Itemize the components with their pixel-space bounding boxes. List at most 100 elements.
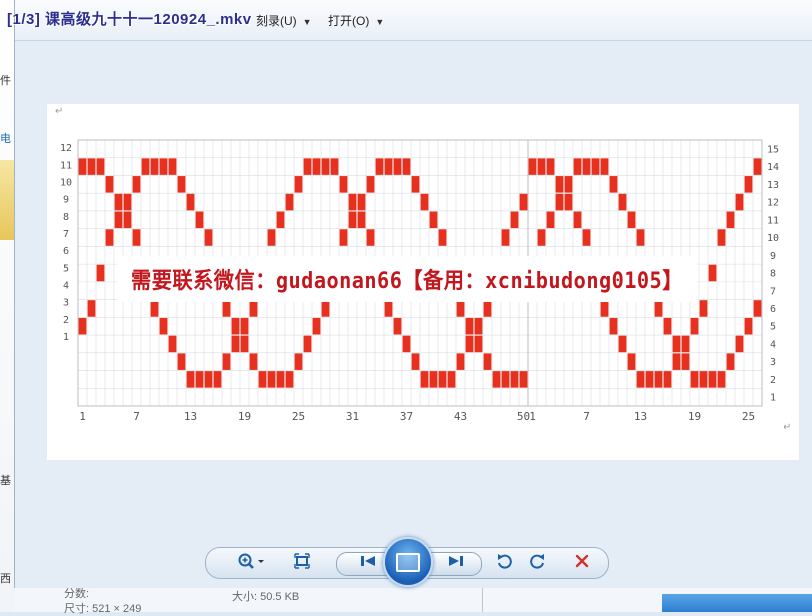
trend-cell (222, 353, 231, 370)
trend-cell (618, 335, 627, 353)
trend-cell (159, 158, 168, 175)
right-axis-label: 10 (767, 233, 779, 244)
trend-cell (501, 229, 510, 246)
trend-cell (564, 176, 573, 193)
trend-cell (168, 158, 177, 175)
trend-cell (339, 229, 348, 246)
next-icon (448, 554, 464, 572)
trend-cell (690, 371, 699, 388)
trend-cell (78, 158, 87, 175)
trend-cell (438, 371, 447, 388)
bottom-axis-label: 31 (346, 410, 359, 423)
previous-button[interactable] (354, 552, 382, 574)
right-axis-label: 12 (767, 198, 779, 209)
trend-cell (708, 371, 717, 388)
right-axis-label: 9 (770, 251, 776, 262)
bottom-axis-label: 7 (133, 410, 140, 423)
trend-cell (384, 158, 393, 175)
trend-cell (627, 353, 636, 370)
trend-cell (717, 371, 726, 388)
trend-cell (348, 211, 357, 229)
trend-cell (744, 176, 753, 193)
trend-cell (465, 335, 474, 353)
trend-cell (177, 176, 186, 193)
trend-cell (150, 300, 159, 317)
trend-cell (402, 158, 411, 175)
previous-icon (360, 554, 376, 572)
left-axis-label: 10 (60, 177, 72, 188)
trend-cell (753, 300, 762, 317)
right-axis-label: 5 (770, 322, 776, 333)
trend-cell (654, 300, 663, 317)
trend-cell (213, 371, 222, 388)
slideshow-button[interactable] (383, 537, 433, 587)
zoom-icon (237, 552, 267, 574)
bottom-axis-label: 50 (517, 410, 530, 423)
bottom-axis-label: 1 (79, 410, 86, 423)
trend-cell (573, 211, 582, 229)
trend-cell (312, 317, 321, 335)
trend-cell (600, 158, 609, 175)
trend-cell (357, 211, 366, 229)
trend-cell (339, 176, 348, 193)
fit-to-window-button[interactable] (288, 552, 316, 574)
trend-cell (726, 353, 735, 370)
trend-cell (348, 193, 357, 211)
right-axis-label: 14 (767, 162, 779, 173)
right-axis-label: 3 (770, 357, 776, 368)
trend-cell (276, 371, 285, 388)
trend-cell (294, 176, 303, 193)
delete-button[interactable] (568, 552, 596, 574)
trend-cell (312, 158, 321, 175)
trend-cell (474, 335, 483, 353)
trend-cell (114, 193, 123, 211)
trend-cell (654, 371, 663, 388)
trend-cell (159, 317, 168, 335)
trend-cell (456, 353, 465, 370)
trend-cell (168, 335, 177, 353)
right-axis-label: 15 (767, 144, 779, 155)
trend-cell (303, 158, 312, 175)
trend-cell (303, 335, 312, 353)
trend-cell (645, 371, 654, 388)
left-axis-label: 5 (63, 263, 69, 274)
trend-cell (186, 193, 195, 211)
right-axis-label: 8 (770, 269, 776, 280)
trend-cell (366, 176, 375, 193)
trend-cell (618, 193, 627, 211)
trend-cell (636, 229, 645, 246)
menu-burn[interactable]: 刻录(U) ▼ (256, 12, 312, 29)
menu-open[interactable]: 打开(O) ▼ (328, 12, 384, 29)
slideshow-icon (396, 552, 420, 572)
trend-cell (690, 317, 699, 335)
trend-cell (663, 317, 672, 335)
right-axis-label: 6 (770, 304, 776, 315)
rotate-counterclockwise-button[interactable] (490, 552, 518, 574)
trend-cell (285, 371, 294, 388)
rotate-clockwise-icon (530, 553, 546, 573)
trend-cell (357, 193, 366, 211)
trend-cell (672, 353, 681, 370)
right-axis-label: 2 (770, 375, 776, 386)
trend-cell (735, 193, 744, 211)
trend-cell (393, 158, 402, 175)
divider (482, 588, 483, 612)
left-axis-label: 6 (63, 246, 69, 257)
trend-cell (123, 211, 132, 229)
bottom-axis-label: 43 (454, 410, 467, 423)
left-axis-label: 11 (60, 160, 72, 171)
bottom-axis-label: 13 (184, 410, 197, 423)
background-text: 基 (0, 475, 11, 487)
rotate-clockwise-button[interactable] (524, 552, 552, 574)
background-text: 尺寸: 521 × 249 (64, 603, 142, 615)
trend-cell (204, 371, 213, 388)
trend-cell (96, 264, 105, 282)
trend-cell (132, 176, 141, 193)
rotate-counterclockwise-icon (496, 553, 512, 573)
trend-cell (204, 229, 213, 246)
bottom-axis-label: 37 (400, 410, 413, 423)
zoom-button[interactable] (232, 552, 272, 574)
trend-cell (456, 300, 465, 317)
trend-cell (726, 211, 735, 229)
next-button[interactable] (442, 552, 470, 574)
